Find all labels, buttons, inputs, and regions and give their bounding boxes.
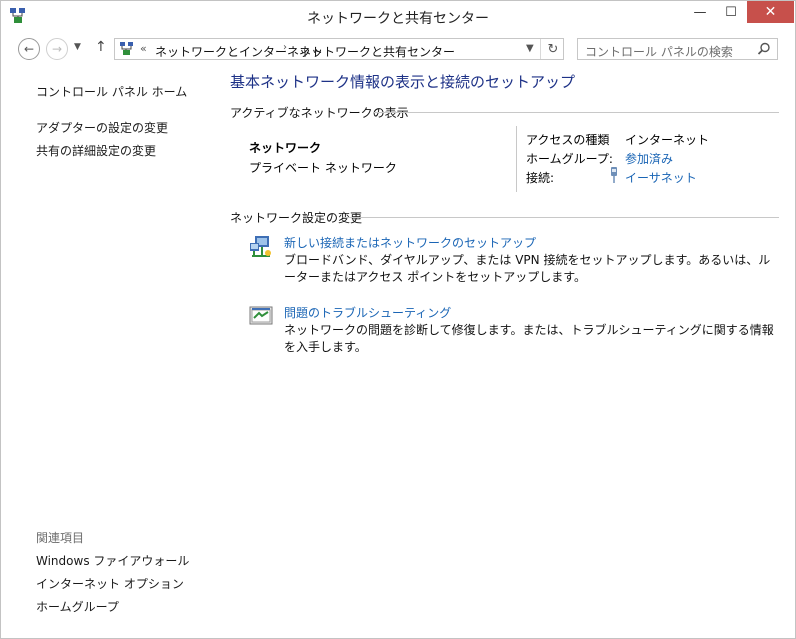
setup-connection-description: ブロードバンド、ダイヤルアップ、または VPN 接続をセットアップします。あるい… bbox=[284, 253, 771, 284]
breadcrumb-network-sharing-center[interactable]: ネットワークと共有センター bbox=[299, 43, 455, 60]
change-settings-heading: ネットワーク設定の変更 bbox=[230, 211, 363, 225]
sidebar-link-homegroup[interactable]: ホームグループ bbox=[36, 598, 119, 615]
network-category: プライベート ネットワーク bbox=[249, 161, 397, 175]
main-content: 基本ネットワーク情報の表示と接続のセットアップ アクティブなネットワークの表示 … bbox=[216, 63, 795, 638]
refresh-button[interactable]: ↻ bbox=[540, 39, 565, 59]
page-title: 基本ネットワーク情報の表示と接続のセットアップ bbox=[230, 73, 576, 91]
access-type-value: インターネット bbox=[625, 133, 710, 147]
setup-connection-link[interactable]: 新しい接続またはネットワークのセットアップ bbox=[284, 234, 536, 251]
connection-label: 接続: bbox=[526, 171, 555, 185]
sidebar-link-internet-options[interactable]: インターネット オプション bbox=[36, 575, 184, 592]
minimize-button[interactable]: — bbox=[685, 1, 715, 23]
sidebar-link-change-adapter-settings[interactable]: アダプターの設定の変更 bbox=[36, 119, 168, 136]
sidebar-link-windows-firewall[interactable]: Windows ファイアウォール bbox=[36, 552, 189, 569]
search-placeholder: コントロール パネルの検索 bbox=[585, 45, 733, 59]
sidebar: コントロール パネル ホーム アダプターの設定の変更 共有の詳細設定の変更 関連… bbox=[1, 63, 216, 638]
close-button[interactable]: ✕ bbox=[747, 1, 794, 23]
close-icon: ✕ bbox=[764, 4, 777, 20]
maximize-icon: ☐ bbox=[725, 4, 737, 20]
navigation-bar: ← → ▼ ↑ « ネットワークとインターネット › ネットワークと共有センター… bbox=[1, 35, 795, 63]
troubleshoot-icon bbox=[249, 306, 273, 325]
homegroup-label: ホームグループ: bbox=[526, 152, 613, 166]
address-dropdown-icon[interactable]: ▼ bbox=[526, 43, 534, 54]
maximize-button[interactable]: ☐ bbox=[716, 1, 746, 23]
search-icon[interactable] bbox=[757, 42, 771, 56]
arrow-left-icon: ← bbox=[23, 42, 35, 56]
access-type-label: アクセスの種類 bbox=[526, 133, 610, 147]
network-name: ネットワーク bbox=[249, 141, 322, 155]
sidebar-link-control-panel-home[interactable]: コントロール パネル ホーム bbox=[36, 83, 187, 100]
breadcrumb-network-internet[interactable]: ネットワークとインターネット bbox=[155, 43, 323, 60]
recent-locations-button[interactable]: ▼ bbox=[74, 42, 81, 52]
ethernet-connection-link[interactable]: イーサネット bbox=[625, 169, 697, 186]
network-setup-icon bbox=[250, 236, 271, 257]
minimize-icon: — bbox=[693, 4, 707, 20]
title-bar: ネットワークと共有センター — ☐ ✕ bbox=[1, 1, 795, 33]
window-title: ネットワークと共有センター bbox=[307, 11, 489, 27]
related-heading: 関連項目 bbox=[36, 531, 85, 545]
address-bar[interactable]: « ネットワークとインターネット › ネットワークと共有センター ▼ ↻ bbox=[114, 38, 564, 60]
homegroup-link[interactable]: 参加済み bbox=[625, 150, 673, 167]
breadcrumb-separator-icon[interactable]: › bbox=[283, 42, 287, 53]
search-input[interactable]: コントロール パネルの検索 bbox=[577, 38, 778, 60]
section-divider bbox=[374, 112, 779, 113]
section-divider bbox=[344, 217, 779, 218]
network-sharing-center-window: ネットワークと共有センター — ☐ ✕ ← → ▼ ↑ « ネットワークとインタ… bbox=[0, 0, 796, 639]
forward-button[interactable]: → bbox=[46, 38, 68, 60]
troubleshoot-link[interactable]: 問題のトラブルシューティング bbox=[284, 304, 451, 321]
ethernet-icon bbox=[611, 167, 617, 183]
troubleshoot-description: ネットワークの問題を診断して修復します。または、トラブルシューティングに関する情… bbox=[284, 323, 774, 354]
network-center-icon bbox=[120, 42, 133, 55]
vertical-divider bbox=[516, 126, 517, 192]
up-button[interactable]: ↑ bbox=[95, 39, 107, 55]
refresh-icon: ↻ bbox=[547, 41, 559, 57]
arrow-right-icon: → bbox=[51, 42, 63, 56]
address-overflow-icon[interactable]: « bbox=[140, 42, 147, 55]
back-button[interactable]: ← bbox=[18, 38, 40, 60]
sidebar-link-advanced-sharing-settings[interactable]: 共有の詳細設定の変更 bbox=[36, 142, 156, 159]
